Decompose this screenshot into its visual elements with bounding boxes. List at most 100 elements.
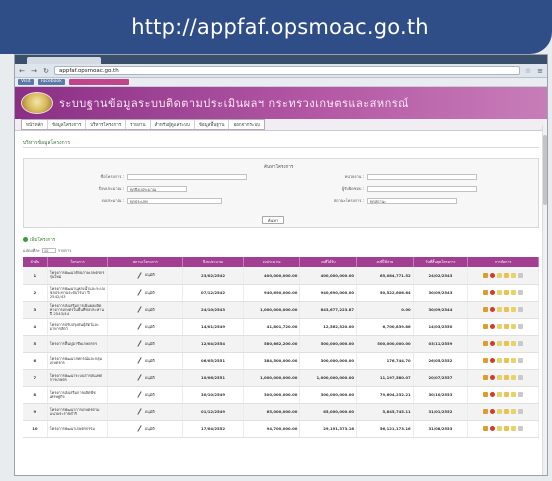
filter-icon[interactable]	[483, 290, 489, 295]
report-icon[interactable]	[511, 426, 517, 431]
row-project-name[interactable]: โครงการพัฒนาการเกษตรตามแนวพระราชดำริ	[47, 403, 109, 421]
filter-icon[interactable]	[483, 341, 489, 346]
folder-icon[interactable]	[504, 375, 510, 380]
status-select[interactable]: ทุกสถานะ	[367, 197, 457, 204]
document-icon[interactable]	[497, 324, 503, 329]
responsible-input[interactable]	[367, 185, 477, 192]
menu-item-report[interactable]: รายงาน	[126, 120, 151, 129]
delete-icon[interactable]	[490, 426, 496, 431]
edit-pen-icon[interactable]	[136, 272, 143, 279]
filter-icon[interactable]	[483, 409, 489, 414]
table-row[interactable]: 8 โครงการส่งเสริมการผลิตพืชเศรษฐกิจ อนุมัต…	[23, 386, 539, 404]
document-icon[interactable]	[497, 341, 503, 346]
folder-icon[interactable]	[504, 358, 510, 363]
row-project-name[interactable]: โครงการฟื้นฟูอาชีพเกษตรกร	[47, 335, 109, 353]
delete-icon[interactable]	[490, 307, 496, 312]
row-project-name[interactable]: โครงการพัฒนาศักยภาพเกษตรกรรุ่นใหม่	[47, 267, 109, 285]
forward-arrow-icon[interactable]: →	[30, 67, 38, 75]
folder-icon[interactable]	[504, 341, 510, 346]
row-project-name[interactable]: โครงการส่งเสริมการผลิตพืชเศรษฐกิจ	[47, 386, 109, 404]
filter-icon[interactable]	[483, 358, 489, 363]
page-scrollbar[interactable]	[542, 125, 547, 475]
add-project-link[interactable]: เพิ่มโครงการ	[23, 236, 539, 243]
col-header-project[interactable]: โครงการ	[47, 257, 109, 267]
folder-icon[interactable]	[504, 426, 510, 431]
lock-icon[interactable]	[518, 272, 524, 278]
menu-icon[interactable]: ≡	[536, 67, 544, 75]
bookmark-visit[interactable]: Visit	[18, 79, 34, 85]
lock-icon[interactable]	[518, 307, 524, 312]
menu-item-master-data[interactable]: ข้อมูลพื้นฐาน	[195, 120, 230, 129]
report-icon[interactable]	[511, 307, 517, 312]
back-arrow-icon[interactable]: ←	[18, 67, 26, 75]
lock-icon[interactable]	[518, 290, 524, 295]
filter-icon[interactable]	[483, 392, 489, 397]
col-header-budget[interactable]: งบประมาณ	[243, 257, 301, 267]
folder-icon[interactable]	[504, 272, 510, 278]
lock-icon[interactable]	[518, 358, 524, 363]
row-project-name[interactable]: โครงการพัฒนาระบบสารสนเทศการเกษตร	[47, 369, 109, 387]
document-icon[interactable]	[497, 358, 503, 363]
edit-pen-icon[interactable]	[136, 374, 143, 381]
lock-icon[interactable]	[518, 409, 524, 414]
scrollbar-thumb[interactable]	[543, 135, 547, 205]
year-select[interactable]: ทุกปีงบประมาณ	[127, 185, 187, 192]
table-row[interactable]: 10 โครงการพัฒนาเกษตรกรรม อนุมัติ 17/04/2552…	[23, 420, 539, 438]
delete-icon[interactable]	[490, 358, 496, 363]
row-project-name[interactable]: โครงการพัฒนาสหกรณ์และกลุ่มเกษตรกร	[47, 352, 109, 370]
menu-item-project-data[interactable]: ข้อมูลโครงการ	[48, 120, 87, 129]
delete-icon[interactable]	[490, 324, 496, 329]
edit-pen-icon[interactable]	[136, 306, 143, 313]
edit-pen-icon[interactable]	[136, 323, 143, 330]
search-button[interactable]: ค้นหา	[262, 216, 284, 224]
agency-input[interactable]	[367, 173, 477, 180]
report-icon[interactable]	[511, 392, 517, 397]
edit-pen-icon[interactable]	[136, 391, 143, 398]
report-icon[interactable]	[511, 409, 517, 414]
report-icon[interactable]	[511, 341, 517, 346]
row-project-name[interactable]: โครงการพัฒนาแหล่งน้ำและระบบชลประทานระดับ…	[47, 284, 109, 302]
budget-select[interactable]: ทุกประเภท	[127, 197, 222, 204]
document-icon[interactable]	[497, 409, 503, 414]
lock-icon[interactable]	[518, 375, 524, 380]
bookmark-highlight[interactable]	[68, 79, 129, 85]
delete-icon[interactable]	[490, 375, 496, 380]
lock-icon[interactable]	[518, 324, 524, 329]
filter-icon[interactable]	[483, 375, 489, 380]
delete-icon[interactable]	[490, 409, 496, 414]
browser-tab[interactable]	[27, 57, 101, 64]
delete-icon[interactable]	[490, 392, 496, 397]
menu-item-logout[interactable]: ออกจากระบบ	[229, 120, 264, 129]
document-icon[interactable]	[497, 392, 503, 397]
col-header-no[interactable]: ลำดับ	[23, 257, 48, 267]
document-icon[interactable]	[497, 290, 503, 295]
delete-icon[interactable]	[490, 290, 496, 295]
reload-icon[interactable]: ↻	[42, 67, 50, 75]
filter-icon[interactable]	[483, 307, 489, 312]
filter-icon[interactable]	[483, 426, 489, 431]
table-row[interactable]: 6 โครงการพัฒนาสหกรณ์และกลุ่มเกษตรกร อนุมัต…	[23, 352, 539, 370]
table-row[interactable]: 9 โครงการพัฒนาการเกษตรตามแนวพระราชดำริ อนุ…	[23, 403, 539, 421]
table-row[interactable]: 3 โครงการส่งเสริมการเพิ่มผลผลิตทางการเกษต…	[23, 301, 539, 319]
star-icon[interactable]: ☆	[524, 67, 532, 75]
col-header-year[interactable]: ปีงบประมาณ	[182, 257, 244, 267]
document-icon[interactable]	[497, 426, 503, 431]
lock-icon[interactable]	[518, 426, 524, 431]
delete-icon[interactable]	[490, 341, 496, 346]
col-header-status[interactable]: สถานะโครงการ	[107, 257, 184, 267]
report-icon[interactable]	[511, 375, 517, 380]
report-icon[interactable]	[511, 272, 517, 278]
row-project-name[interactable]: โครงการปรับปรุงพันธุ์สัตว์และอาหารสัตว์	[47, 318, 109, 336]
table-row[interactable]: 2 โครงการพัฒนาแหล่งน้ำและระบบชลประทานระดั…	[23, 284, 539, 302]
lock-icon[interactable]	[518, 341, 524, 346]
col-header-received[interactable]: งบที่ได้รับ	[299, 257, 358, 267]
report-icon[interactable]	[511, 358, 517, 363]
edit-pen-icon[interactable]	[136, 340, 143, 347]
folder-icon[interactable]	[504, 307, 510, 312]
report-icon[interactable]	[511, 290, 517, 295]
filter-icon[interactable]	[483, 324, 489, 329]
folder-icon[interactable]	[504, 290, 510, 295]
table-row[interactable]: 7 โครงการพัฒนาระบบสารสนเทศการเกษตร อนุมัติ…	[23, 369, 539, 387]
delete-icon[interactable]	[490, 272, 496, 278]
folder-icon[interactable]	[504, 392, 510, 397]
